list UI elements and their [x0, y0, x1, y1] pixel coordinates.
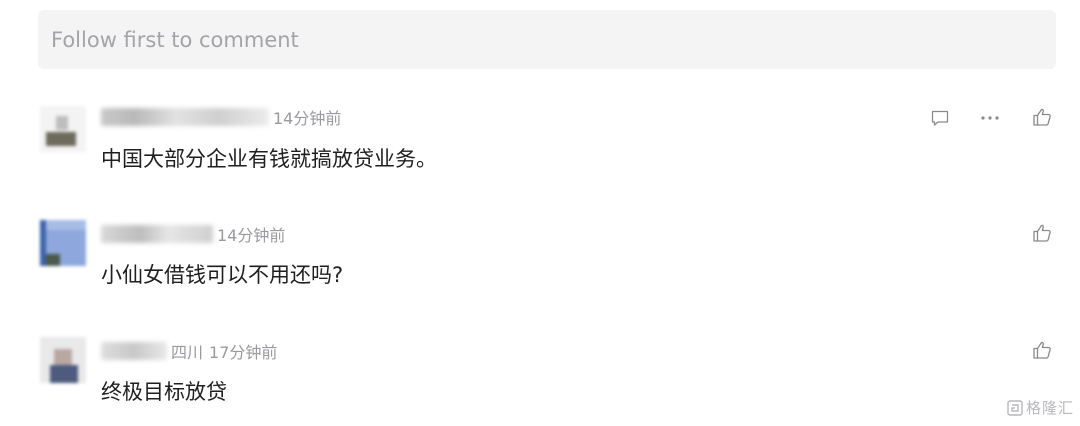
comment-input[interactable]: Follow first to comment — [38, 10, 1056, 69]
reply-icon[interactable] — [928, 106, 952, 130]
avatar[interactable] — [40, 220, 86, 266]
username-redacted[interactable] — [101, 342, 167, 360]
comment-item: 14分钟前 小仙女借钱可以不用还吗? — [0, 216, 1080, 316]
comment-time: 14分钟前 — [217, 226, 286, 245]
comment-item: 四川 17分钟前 终极目标放贷 — [0, 333, 1080, 426]
comment-location: 四川 — [171, 343, 204, 362]
username-redacted[interactable] — [101, 225, 213, 243]
comment-item: 14分钟前 中国大部分企业有钱就搞放贷业务。 — [0, 100, 1080, 200]
watermark: 格隆汇 — [1007, 397, 1074, 418]
gelonghui-logo-icon — [1007, 399, 1023, 416]
comment-text: 小仙女借钱可以不用还吗? — [101, 263, 344, 287]
like-icon[interactable] — [1030, 221, 1054, 245]
like-icon[interactable] — [1030, 105, 1054, 129]
comment-time: 14分钟前 — [273, 109, 342, 128]
comment-text: 中国大部分企业有钱就搞放贷业务。 — [101, 147, 437, 171]
avatar[interactable] — [40, 337, 86, 383]
comment-text: 终极目标放贷 — [101, 380, 227, 404]
watermark-text: 格隆汇 — [1025, 399, 1074, 417]
comments-panel: Follow first to comment 14分钟前 中国大部分企业有钱就… — [0, 0, 1080, 426]
comment-meta: 四川 17分钟前 — [101, 340, 277, 362]
comment-input-placeholder: Follow first to comment — [51, 27, 299, 52]
comment-meta: 14分钟前 — [101, 106, 341, 128]
more-icon[interactable] — [978, 106, 1002, 130]
like-icon[interactable] — [1030, 338, 1054, 362]
comment-time: 17分钟前 — [209, 343, 278, 362]
username-redacted[interactable] — [101, 108, 269, 126]
comment-meta: 14分钟前 — [101, 223, 285, 245]
avatar[interactable] — [40, 106, 86, 152]
